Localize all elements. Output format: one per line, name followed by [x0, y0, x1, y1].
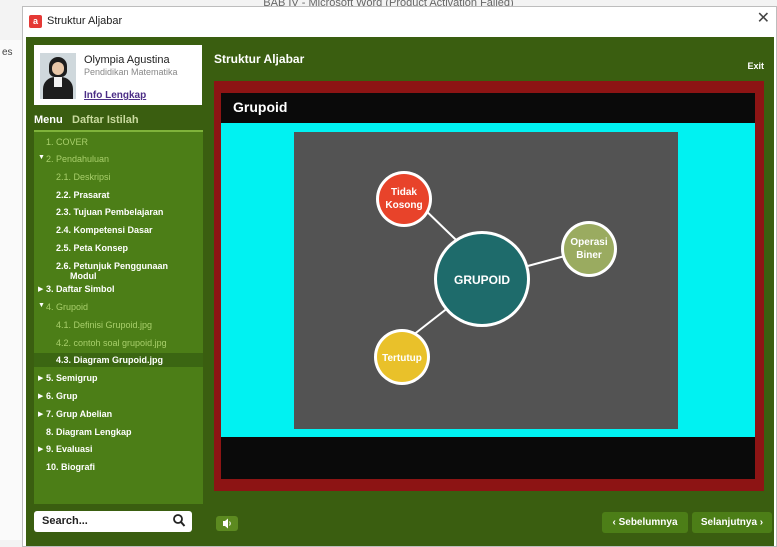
menu-item-grup[interactable]: 6. Grup	[46, 391, 78, 401]
search-input[interactable]: Search...	[42, 515, 88, 527]
node-tidak-kosong[interactable]: Tidak Kosong	[376, 171, 432, 227]
presentation-player: Olympia Agustina Pendidikan Matematika I…	[26, 37, 774, 546]
menu-item-petunjuk-penggunaan-cont[interactable]: Modul	[70, 271, 97, 281]
menu-item-biografi[interactable]: 10. Biografi	[46, 462, 95, 472]
previous-button[interactable]: ‹ Sebelumnya	[602, 512, 688, 533]
slide-frame: Grupoid Tidak Kosong Operasi Biner Tertu…	[214, 81, 764, 491]
profile-role: Pendidikan Matematika	[84, 67, 178, 77]
tab-daftar-istilah[interactable]: Daftar Istilah	[72, 114, 139, 126]
slide-title: Grupoid	[233, 99, 288, 115]
background-left-strip	[0, 40, 23, 540]
info-lengkap-link[interactable]: Info Lengkap	[84, 90, 146, 101]
slide-stage: Grupoid Tidak Kosong Operasi Biner Tertu…	[221, 93, 755, 479]
menu-item-semigrup[interactable]: 5. Semigrup	[46, 373, 98, 383]
node-operasi-biner-line2: Biner	[576, 250, 602, 261]
menu-item-daftar-simbol[interactable]: 3. Daftar Simbol	[46, 284, 115, 294]
node-grupoid-label: GRUPOID	[454, 273, 510, 287]
background-side-text: es	[2, 47, 13, 58]
node-tidak-kosong-line1: Tidak	[391, 187, 417, 198]
presentation-app-icon: a	[29, 15, 42, 28]
next-button[interactable]: Selanjutnya ›	[692, 512, 772, 533]
menu-item-definisi-grupoid[interactable]: 4.1. Definisi Grupoid.jpg	[56, 320, 152, 330]
menu-item-tujuan-pembelajaran[interactable]: 2.3. Tujuan Pembelajaran	[56, 207, 163, 217]
window-title: Struktur Aljabar	[47, 15, 123, 27]
chevron-down-icon[interactable]: ▼	[38, 154, 45, 161]
slide-content-area: Tidak Kosong Operasi Biner Tertutup GRUP…	[221, 123, 755, 437]
speaker-icon	[223, 518, 231, 529]
concept-map: Tidak Kosong Operasi Biner Tertutup GRUP…	[374, 171, 617, 385]
menu-item-cover[interactable]: 1. COVER	[46, 137, 88, 147]
node-grupoid-center[interactable]: GRUPOID	[434, 231, 530, 327]
node-tidak-kosong-line2: Kosong	[385, 200, 422, 211]
menu-item-diagram-lengkap[interactable]: 8. Diagram Lengkap	[46, 427, 132, 437]
menu-item-pendahuluan[interactable]: 2. Pendahuluan	[46, 154, 109, 164]
menu-item-petunjuk-penggunaan[interactable]: 2.6. Petunjuk Penggunaan	[56, 261, 168, 271]
menu-item-kompetensi-dasar[interactable]: 2.4. Kompetensi Dasar	[56, 225, 153, 235]
title-bar: a Struktur Aljabar ✕	[23, 7, 776, 37]
menu-item-peta-konsep[interactable]: 2.5. Peta Konsep	[56, 243, 128, 253]
chevron-right-icon[interactable]: ▶	[38, 392, 43, 400]
menu-item-prasarat[interactable]: 2.2. Prasarat	[56, 190, 110, 200]
exit-button[interactable]: Exit	[747, 61, 764, 71]
chevron-right-icon[interactable]: ▶	[38, 445, 43, 453]
node-operasi-biner[interactable]: Operasi Biner	[561, 221, 617, 277]
tab-menu[interactable]: Menu	[34, 114, 63, 126]
menu-item-evaluasi[interactable]: 9. Evaluasi	[46, 444, 93, 454]
chevron-down-icon[interactable]: ▼	[38, 302, 45, 309]
presentation-title: Struktur Aljabar	[214, 52, 305, 66]
profile-name: Olympia Agustina	[84, 54, 170, 66]
app-window: a Struktur Aljabar ✕ Olympia Agustina Pe…	[22, 6, 777, 547]
node-operasi-biner-line1: Operasi	[570, 237, 607, 248]
menu-item-diagram-grupoid[interactable]: 4.3. Diagram Grupoid.jpg	[56, 355, 163, 365]
grupoid-diagram: Tidak Kosong Operasi Biner Tertutup GRUP…	[294, 132, 678, 429]
avatar	[40, 53, 76, 99]
profile-card: Olympia Agustina Pendidikan Matematika I…	[34, 45, 202, 105]
menu-item-deskripsi[interactable]: 2.1. Deskripsi	[56, 172, 111, 182]
volume-button[interactable]	[216, 516, 238, 531]
chevron-right-icon[interactable]: ▶	[38, 285, 43, 293]
chevron-right-icon[interactable]: ▶	[38, 374, 43, 382]
sidebar-menu: 1. COVER ▼ 2. Pendahuluan 2.1. Deskripsi…	[34, 130, 203, 504]
menu-item-grup-abelian[interactable]: 7. Grup Abelian	[46, 409, 112, 419]
node-tertutup-label: Tertutup	[382, 353, 422, 364]
search-icon[interactable]	[172, 513, 186, 529]
chevron-right-icon[interactable]: ▶	[38, 410, 43, 418]
node-tertutup[interactable]: Tertutup	[374, 329, 430, 385]
menu-item-contoh-soal-grupoid[interactable]: 4.2. contoh soal grupoid.jpg	[56, 338, 167, 348]
search-box[interactable]: Search...	[34, 511, 192, 532]
close-icon[interactable]: ✕	[757, 11, 770, 27]
menu-item-grupoid[interactable]: 4. Grupoid	[46, 302, 88, 312]
